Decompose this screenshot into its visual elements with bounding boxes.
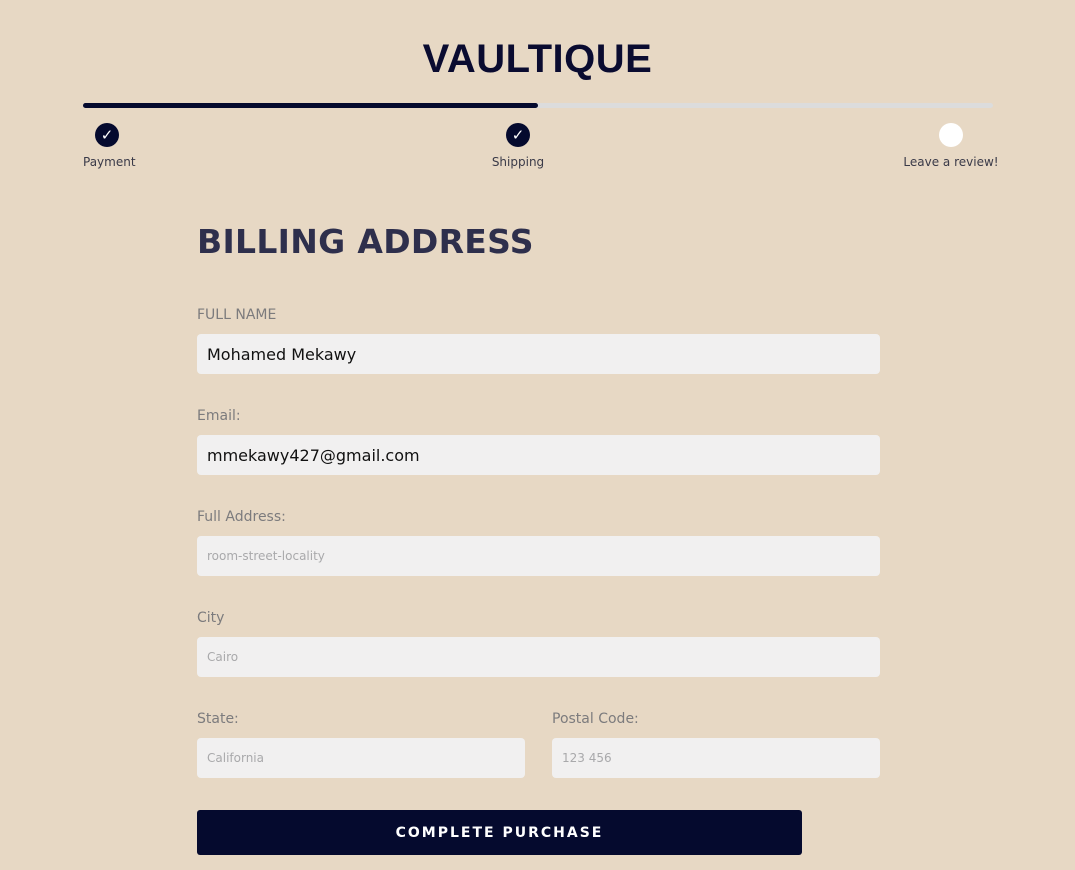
email-label: Email: bbox=[197, 408, 241, 424]
state-label: State: bbox=[197, 711, 239, 727]
progress-track bbox=[83, 103, 993, 108]
step-shipping-check-icon: ✓ bbox=[506, 123, 530, 147]
email-input[interactable]: mmekawy427@gmail.com bbox=[197, 435, 880, 475]
full-name-label: FULL NAME bbox=[197, 307, 277, 323]
full-name-input[interactable]: Mohamed Mekawy bbox=[197, 334, 880, 374]
step-shipping: ✓ Shipping bbox=[478, 123, 558, 169]
step-review: Leave a review! bbox=[900, 123, 1002, 169]
address-input[interactable]: room-street-locality bbox=[197, 536, 880, 576]
page-title: BILLING ADDRESS bbox=[197, 222, 534, 261]
postal-code-label: Postal Code: bbox=[552, 711, 639, 727]
step-shipping-label: Shipping bbox=[491, 155, 545, 169]
city-input[interactable]: Cairo bbox=[197, 637, 880, 677]
city-label: City bbox=[197, 610, 225, 626]
step-payment-label: Payment bbox=[83, 155, 136, 169]
step-review-circle-icon bbox=[939, 123, 963, 147]
step-payment-check-icon: ✓ bbox=[95, 123, 119, 147]
address-label: Full Address: bbox=[197, 509, 286, 525]
step-payment: ✓ Payment bbox=[83, 123, 136, 169]
step-review-label: Leave a review! bbox=[903, 155, 999, 169]
brand-logo: VAULTIQUE bbox=[422, 37, 653, 81]
postal-code-input[interactable]: 123 456 bbox=[552, 738, 880, 778]
state-input[interactable]: California bbox=[197, 738, 525, 778]
progress-fill bbox=[83, 103, 538, 108]
complete-purchase-button[interactable]: COMPLETE PURCHASE bbox=[197, 810, 802, 855]
